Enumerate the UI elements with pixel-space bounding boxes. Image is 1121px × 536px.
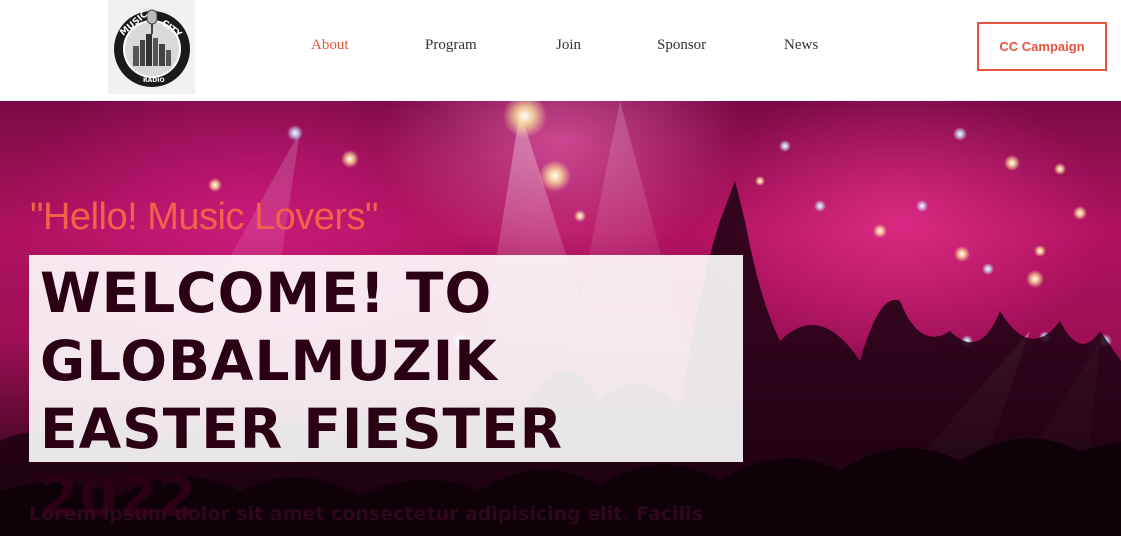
nav-link-sponsor[interactable]: Sponsor (657, 37, 706, 54)
cc-campaign-button[interactable]: CC Campaign (977, 22, 1107, 71)
nav-link-program[interactable]: Program (425, 37, 477, 54)
hero-section: "Hello! Music Lovers" WELCOME! TO GLOBAL… (0, 101, 1121, 536)
hero-tagline: "Hello! Music Lovers" (30, 196, 379, 238)
site-header: MUSIC CITY RADIO About Program Join Spon… (0, 0, 1121, 101)
hero-headline: WELCOME! TO GLOBALMUZIK EASTER FIESTER 2… (40, 261, 563, 529)
nav-link-about[interactable]: About (311, 37, 349, 54)
nav-link-join[interactable]: Join (556, 37, 581, 54)
hero-body-text: Lorem ipsum dolor sit amet consectetur a… (29, 503, 703, 525)
nav-link-news[interactable]: News (784, 37, 818, 54)
main-nav: About Program Join Sponsor News (0, 0, 1121, 94)
